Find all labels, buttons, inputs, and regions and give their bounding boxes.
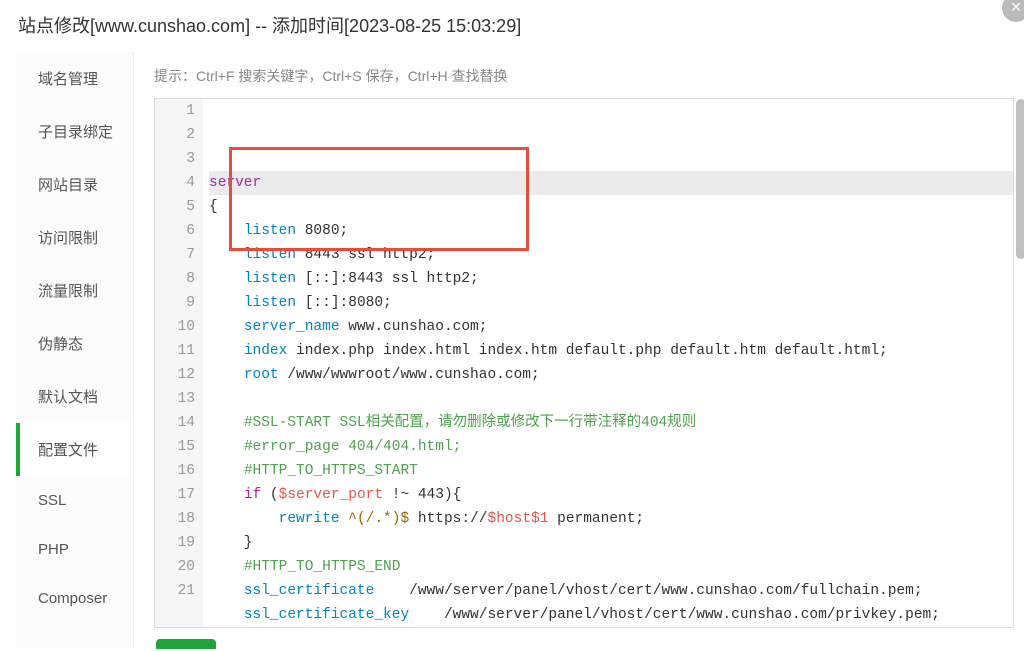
- code-line[interactable]: index index.php index.html index.htm def…: [209, 339, 1013, 363]
- editor-container: 123456789101112131415161718192021 server…: [154, 98, 1014, 628]
- line-number: 7: [155, 243, 195, 267]
- sidebar-item-label: 默认文档: [38, 389, 98, 406]
- sidebar-item-label: PHP: [38, 541, 69, 558]
- code-line[interactable]: server: [209, 171, 1013, 195]
- scroll-thumb[interactable]: [1016, 99, 1024, 259]
- code-line[interactable]: }: [209, 531, 1013, 555]
- sidebar-item[interactable]: 访问限制: [16, 211, 133, 264]
- code-line[interactable]: server_name www.cunshao.com;: [209, 315, 1013, 339]
- line-number: 15: [155, 435, 195, 459]
- line-number: 12: [155, 363, 195, 387]
- hint-label: 提示：Ctrl+F 搜索关键字，Ctrl+S 保存，Ctrl+H 查找替换: [154, 68, 508, 84]
- sidebar-item[interactable]: PHP: [16, 525, 133, 574]
- line-number: 4: [155, 171, 195, 195]
- sidebar-item[interactable]: Composer: [16, 574, 133, 623]
- line-number: 2: [155, 123, 195, 147]
- line-number: 19: [155, 531, 195, 555]
- sidebar-item[interactable]: 伪静态: [16, 317, 133, 370]
- sidebar-item-label: 网站目录: [38, 177, 98, 194]
- code-line[interactable]: listen 8443 ssl http2;: [209, 243, 1013, 267]
- code-line[interactable]: #SSL-START SSL相关配置，请勿删除或修改下一行带注释的404规则: [209, 411, 1013, 435]
- line-number: 16: [155, 459, 195, 483]
- line-number: 21: [155, 579, 195, 603]
- code-line[interactable]: ssl_certificate /www/server/panel/vhost/…: [209, 579, 1013, 603]
- sidebar-item[interactable]: SSL: [16, 476, 133, 525]
- sidebar-item-label: 访问限制: [38, 230, 98, 247]
- line-number: 14: [155, 411, 195, 435]
- code-line[interactable]: ssl_certificate_key /www/server/panel/vh…: [209, 603, 1013, 627]
- line-number: 3: [155, 147, 195, 171]
- sidebar-item-label: 流量限制: [38, 283, 98, 300]
- line-number: 20: [155, 555, 195, 579]
- sidebar-item[interactable]: 子目录绑定: [16, 105, 133, 158]
- sidebar-item-label: 配置文件: [38, 442, 98, 459]
- scrollbar[interactable]: [1015, 99, 1024, 627]
- line-number: 8: [155, 267, 195, 291]
- code-line[interactable]: {: [209, 195, 1013, 219]
- main-panel: 提示：Ctrl+F 搜索关键字，Ctrl+S 保存，Ctrl+H 查找替换 12…: [134, 52, 1014, 648]
- code-editor[interactable]: 123456789101112131415161718192021 server…: [155, 99, 1013, 627]
- hint-text: 提示：Ctrl+F 搜索关键字，Ctrl+S 保存，Ctrl+H 查找替换: [154, 66, 1014, 86]
- sidebar-item[interactable]: 网站目录: [16, 158, 133, 211]
- sidebar-item-label: SSL: [38, 492, 66, 509]
- sidebar: 域名管理子目录绑定网站目录访问限制流量限制伪静态默认文档配置文件 SSL PHP Co…: [16, 52, 134, 648]
- sidebar-item-label: 域名管理: [38, 71, 98, 88]
- sidebar-item-label: 伪静态: [38, 336, 83, 353]
- sidebar-item[interactable]: 配置文件: [16, 423, 133, 476]
- line-number: 6: [155, 219, 195, 243]
- line-gutter: 123456789101112131415161718192021: [155, 99, 203, 627]
- dialog-title-text: 站点修改[www.cunshao.com] -- 添加时间[2023-08-25…: [18, 16, 521, 36]
- code-line[interactable]: #HTTP_TO_HTTPS_END: [209, 555, 1013, 579]
- line-number: 17: [155, 483, 195, 507]
- sidebar-item[interactable]: 流量限制: [16, 264, 133, 317]
- sidebar-item[interactable]: 域名管理: [16, 52, 133, 105]
- line-number: 10: [155, 315, 195, 339]
- sidebar-item-label: Composer: [38, 590, 107, 607]
- code-line[interactable]: #error_page 404/404.html;: [209, 435, 1013, 459]
- code-line[interactable]: listen 8080;: [209, 219, 1013, 243]
- code-line[interactable]: #HTTP_TO_HTTPS_START: [209, 459, 1013, 483]
- line-number: 1: [155, 99, 195, 123]
- dialog-title: 站点修改[www.cunshao.com] -- 添加时间[2023-08-25…: [0, 0, 1024, 48]
- line-number: [155, 603, 195, 627]
- line-number: 18: [155, 507, 195, 531]
- code-line[interactable]: if ($server_port !~ 443){: [209, 483, 1013, 507]
- save-button[interactable]: [156, 639, 216, 649]
- code-line[interactable]: root /www/wwwroot/www.cunshao.com;: [209, 363, 1013, 387]
- line-number: 13: [155, 387, 195, 411]
- sidebar-item[interactable]: 默认文档: [16, 370, 133, 423]
- code-area[interactable]: server{ listen 8080; listen 8443 ssl htt…: [203, 99, 1013, 627]
- line-number: 9: [155, 291, 195, 315]
- sidebar-item-label: 子目录绑定: [38, 124, 113, 141]
- code-line[interactable]: listen [::]:8080;: [209, 291, 1013, 315]
- code-line[interactable]: rewrite ^(/.*)$ https://$host$1 permanen…: [209, 507, 1013, 531]
- code-line[interactable]: listen [::]:8443 ssl http2;: [209, 267, 1013, 291]
- line-number: 11: [155, 339, 195, 363]
- code-line[interactable]: [209, 387, 1013, 411]
- line-number: 5: [155, 195, 195, 219]
